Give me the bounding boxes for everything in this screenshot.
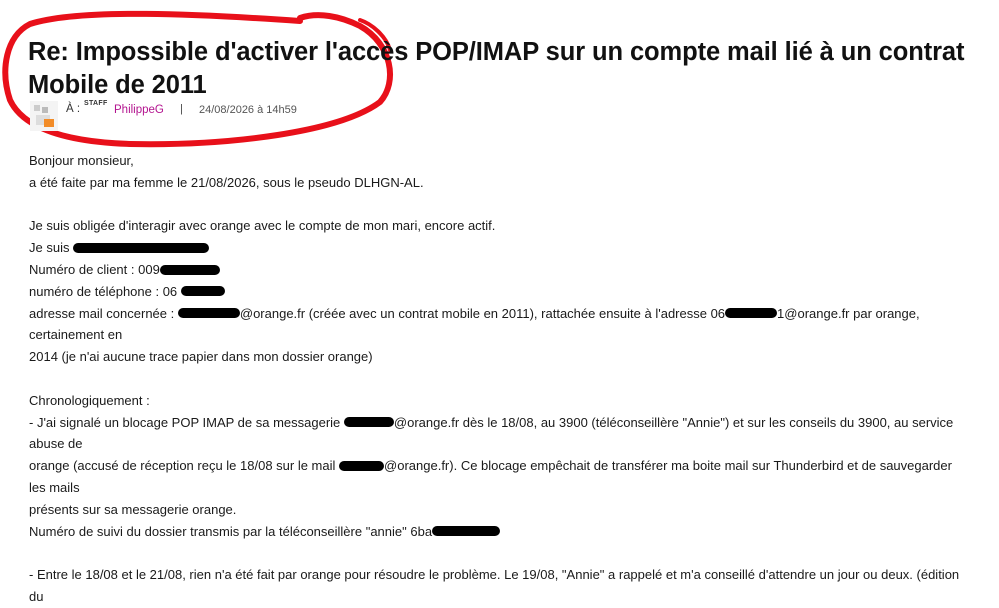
redaction-bar	[343, 417, 394, 428]
body-text: Numéro de suivi du dossier transmis par …	[29, 523, 433, 539]
body-line: Numéro de suivi du dossier transmis par …	[29, 521, 969, 543]
post-date: 24/08/2026 à 14h59	[199, 104, 297, 116]
redaction-bar	[339, 460, 385, 471]
body-line: Je suis	[29, 237, 969, 259]
body-line: - Entre le 18/08 et le 21/08, rien n'a é…	[29, 567, 960, 604]
meta-separator: |	[180, 103, 183, 115]
body-text: numéro de téléphone : 06	[29, 283, 178, 299]
post-meta: À : STAFF PhilippeG | 24/08/2026 à 14h59	[30, 100, 630, 131]
greeting-line: Bonjour monsieur,	[29, 153, 134, 168]
body-line: Je suis obligée d'interagir avec orange …	[29, 218, 496, 234]
redaction-bar	[432, 526, 501, 537]
author-avatar-icon[interactable]	[30, 101, 58, 131]
body-line: présents sur sa messagerie orange.	[29, 501, 237, 517]
chrono-heading: Chronologiquement :	[29, 392, 150, 408]
redaction-bar	[725, 308, 778, 319]
body-line: orange (accusé de réception reçu le 18/0…	[29, 455, 969, 499]
body-text: - J'ai signalé un blocage POP IMAP de sa…	[29, 414, 341, 430]
post-title: Re: Impossible d'activer l'accès POP/IMA…	[28, 38, 965, 99]
body-line: numéro de téléphone : 06	[29, 281, 969, 303]
body-text: adresse mail concernée :	[29, 305, 175, 321]
staff-badge: STAFF	[84, 100, 108, 107]
redaction-bar	[180, 286, 225, 297]
body-line: a été faite par ma femme le 21/08/2026, …	[29, 174, 424, 190]
body-text: Numéro de client : 009	[29, 261, 160, 277]
body-line: adresse mail concernée : @orange.fr (cré…	[29, 303, 969, 347]
body-text: orange (accusé de réception reçu le 18/0…	[29, 458, 336, 474]
post-body: Bonjour monsieur, a été faite par ma fem…	[29, 150, 969, 608]
body-line: Numéro de client : 009	[29, 259, 969, 281]
body-line: - J'ai signalé un blocage POP IMAP de sa…	[29, 412, 969, 456]
body-text: @orange.fr (créée avec un contrat mobile…	[239, 305, 726, 321]
author-link[interactable]: PhilippeG	[114, 104, 164, 116]
recipient-label: À :	[66, 103, 81, 115]
redaction-bar	[73, 242, 210, 253]
redaction-bar	[177, 308, 240, 319]
redaction-bar	[159, 264, 220, 275]
body-line: 2014 (je n'ai aucune trace papier dans m…	[29, 349, 373, 365]
body-text: Je suis	[29, 240, 70, 256]
